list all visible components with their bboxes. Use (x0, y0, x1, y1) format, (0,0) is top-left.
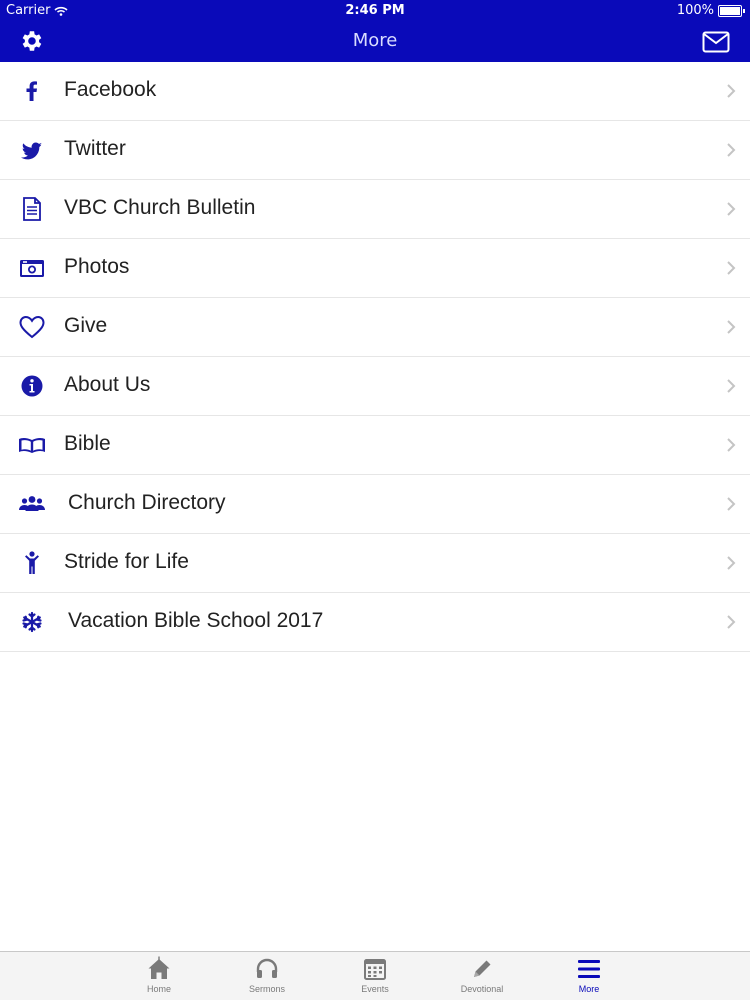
tab-label: Home (146, 984, 171, 994)
menu-item-label: Give (64, 314, 108, 337)
menu-icon (578, 960, 600, 978)
camera-icon (20, 260, 44, 277)
info-icon (21, 375, 43, 397)
chevron-right-icon (727, 202, 736, 216)
page-title: More (352, 30, 398, 51)
tab-more[interactable]: More (544, 956, 634, 1000)
menu-item-bible[interactable]: Bible (0, 416, 750, 475)
chevron-right-icon (727, 438, 736, 452)
menu-item-facebook[interactable]: Facebook (0, 62, 750, 121)
heart-icon (19, 315, 45, 339)
book-icon (19, 437, 45, 453)
menu-item-label: Photos (64, 255, 130, 278)
menu-item-label: Facebook (64, 78, 157, 101)
tab-home[interactable]: Home (114, 956, 204, 1000)
menu-item-label: About Us (64, 373, 151, 396)
chevron-right-icon (727, 615, 736, 629)
menu-item-photos[interactable]: Photos (0, 239, 750, 298)
chevron-right-icon (727, 497, 736, 511)
menu-item-vacation-bible-school[interactable]: Vacation Bible School 2017 (0, 593, 750, 652)
chevron-right-icon (727, 261, 736, 275)
chevron-right-icon (727, 84, 736, 98)
menu-item-label: Church Directory (68, 491, 226, 514)
menu-item-church-bulletin[interactable]: VBC Church Bulletin (0, 180, 750, 239)
menu-item-about-us[interactable]: About Us (0, 357, 750, 416)
menu-item-label: Vacation Bible School 2017 (68, 609, 324, 632)
tab-devotional[interactable]: Devotional (437, 956, 527, 1000)
battery-icon (718, 4, 745, 17)
calendar-icon (364, 959, 386, 980)
twitter-icon (21, 142, 42, 160)
tab-label: Devotional (460, 984, 504, 994)
chevron-right-icon (727, 320, 736, 334)
person-icon (25, 551, 39, 574)
mail-icon[interactable] (702, 31, 730, 53)
users-icon (19, 496, 45, 511)
menu-item-twitter[interactable]: Twitter (0, 121, 750, 180)
menu-item-label: Bible (64, 432, 111, 455)
menu-item-label: VBC Church Bulletin (64, 196, 256, 219)
tab-label: Sermons (248, 984, 285, 994)
tab-bar: Home Sermons Events Devotional More (0, 951, 750, 1000)
chevron-right-icon (727, 143, 736, 157)
tab-label: Events (361, 984, 389, 994)
menu-item-label: Twitter (64, 137, 126, 160)
chevron-right-icon (727, 556, 736, 570)
menu-item-label: Stride for Life (64, 550, 189, 573)
pencil-icon (474, 960, 491, 977)
facebook-icon (26, 81, 37, 101)
battery-indicator: 100% (676, 3, 745, 18)
tab-label: More (578, 984, 600, 994)
document-icon (23, 197, 41, 221)
tab-sermons[interactable]: Sermons (222, 956, 312, 1000)
menu-item-church-directory[interactable]: Church Directory (0, 475, 750, 534)
top-bar: Carrier 2:46 PM 100% More (0, 0, 750, 62)
menu-item-stride-for-life[interactable]: Stride for Life (0, 534, 750, 593)
more-menu-list: Facebook Twitter VBC Church Bulletin Pho… (0, 62, 750, 652)
menu-item-give[interactable]: Give (0, 298, 750, 357)
snowflake-icon (22, 611, 42, 633)
tab-events[interactable]: Events (330, 956, 420, 1000)
battery-label: 100% (676, 3, 714, 18)
chevron-right-icon (727, 379, 736, 393)
home-icon (148, 956, 170, 979)
status-time: 2:46 PM (345, 3, 405, 18)
headphones-icon (256, 958, 278, 978)
status-bar: Carrier 2:46 PM 100% (0, 0, 750, 22)
